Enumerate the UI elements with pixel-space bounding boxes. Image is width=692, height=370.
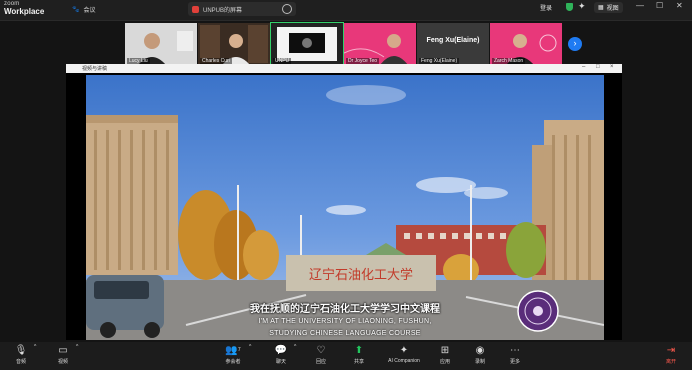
chat-icon: 💬 [274, 345, 288, 356]
share-options-icon[interactable] [282, 4, 292, 14]
apps-label: 应用 [439, 359, 450, 365]
react-label: 回应 [315, 359, 326, 365]
apps-icon: ⊞ [440, 345, 450, 356]
view-button[interactable]: ▦ 视图 [594, 2, 623, 13]
screen-share-pill[interactable]: UNPUB的屏幕 [188, 2, 296, 16]
caption-english-line2: STUDYING CHINESE LANGUAGE COURSE [269, 330, 421, 337]
shared-maximize-icon[interactable]: □ [596, 64, 600, 70]
participant-tile[interactable]: Zarch Mason [490, 23, 562, 65]
shared-screen-window: 视频与讲稿 – □ × 辽宁石油化工大学 我在抚顺的辽宁石油化工大学学习中文课程… [66, 64, 622, 340]
video-frame: 辽宁石油化工大学 我在抚顺的辽宁石油化工大学学习中文课程 I'M AT THE … [86, 75, 604, 340]
ai-companion-icon: ✦ [399, 345, 409, 356]
more-icon: ⋯ [510, 345, 520, 356]
close-icon[interactable]: ✕ [676, 1, 683, 10]
app-logo-bottom: Workplace [4, 7, 45, 16]
chat-label: 聊天 [275, 359, 286, 365]
caption-english-line1: I'M AT THE UNIVERSITY OF LIAONING, FUSHU… [258, 318, 432, 325]
apps-button[interactable]: ⊞ 应用 [432, 344, 458, 365]
top-bar: zoom Workplace 🐾 会议 UNPUB的屏幕 登录 ✦ ▦ 视图 —… [0, 0, 692, 21]
record-label: 录制 [474, 359, 485, 365]
record-icon: ◉ [475, 345, 485, 356]
share-screen-icon: ⬆ [354, 345, 364, 356]
participant-tile[interactable]: Feng Xu(Elaine) Feng Xu(Elaine) [417, 23, 489, 65]
meeting-toolbar: 🎙 音频 ^ ▭ 视频 ^ 👥7 参会者 ^ 💬 聊天 ^ ♡ 回应 ⬆ 共享 … [0, 342, 692, 370]
react-button[interactable]: ♡ 回应 [308, 344, 334, 365]
participants-button[interactable]: 👥7 参会者 [218, 344, 248, 365]
participant-tile[interactable]: Dr Joyce Teo [344, 23, 416, 65]
minimize-icon[interactable]: — [636, 1, 644, 10]
meeting-label: 会议 [83, 8, 96, 14]
video-button[interactable]: ▭ 视频 [50, 344, 76, 365]
participants-label: 参会者 [225, 359, 241, 365]
share-label: 共享 [353, 359, 364, 365]
signin-button[interactable]: 登录 [540, 3, 552, 12]
camera-icon: ▭ [58, 345, 68, 356]
participant-tile-active-speaker[interactable]: UNPU [270, 22, 344, 66]
next-participants-icon[interactable]: › [568, 37, 582, 51]
leave-button[interactable]: ⇥ 离开 [658, 344, 684, 365]
paw-icon: 🐾 [72, 7, 80, 13]
share-pill-label: UNPUB的屏幕 [203, 7, 243, 14]
participants-count: 7 [237, 347, 241, 353]
record-button[interactable]: ◉ 录制 [467, 344, 493, 365]
view-grid-icon: ▦ [598, 5, 604, 11]
participant-overlay-name: Feng Xu(Elaine) [426, 37, 480, 44]
audio-label: 音频 [15, 359, 26, 365]
maximize-icon[interactable]: ☐ [656, 1, 663, 10]
view-label: 视图 [606, 6, 619, 12]
gate-sign-text: 辽宁石油化工大学 [309, 267, 413, 283]
leave-icon: ⇥ [666, 345, 676, 356]
shared-minimize-icon[interactable]: – [582, 64, 585, 70]
share-indicator-icon [192, 5, 199, 13]
heart-icon: ♡ [316, 345, 326, 356]
ai-companion-button[interactable]: ✦ AI Companion [382, 344, 426, 364]
more-label: 更多 [509, 359, 520, 365]
ai-companion-label: AI Companion [388, 358, 420, 364]
caption-chinese: 我在抚顺的辽宁石油化工大学学习中文课程 [250, 304, 440, 315]
audio-options-chevron-icon[interactable]: ^ [34, 344, 36, 350]
shared-window-titlebar: 视频与讲稿 – □ × [66, 64, 622, 73]
share-button[interactable]: ⬆ 共享 [346, 344, 372, 365]
participant-tile[interactable]: Charles Curi [198, 23, 270, 65]
chat-button[interactable]: 💬 聊天 [268, 344, 294, 365]
video-label: 视频 [57, 359, 68, 365]
video-options-chevron-icon[interactable]: ^ [76, 344, 78, 350]
microphone-icon: 🎙 [14, 345, 28, 356]
security-shield-icon[interactable] [566, 3, 573, 11]
participant-tile[interactable]: Lucy Liu [125, 23, 197, 65]
participants-icon: 👥7 [225, 345, 241, 356]
audio-button[interactable]: 🎙 音频 [8, 344, 34, 365]
chat-options-chevron-icon[interactable]: ^ [294, 344, 296, 350]
shared-close-icon[interactable]: × [610, 64, 614, 70]
more-button[interactable]: ⋯ 更多 [502, 344, 528, 365]
ai-sparkle-icon[interactable]: ✦ [578, 1, 586, 12]
participants-options-chevron-icon[interactable]: ^ [249, 344, 251, 350]
leave-label: 离开 [665, 359, 676, 365]
meeting-info-button[interactable]: 🐾 会议 [72, 5, 96, 14]
shared-window-title: 视频与讲稿 [82, 66, 108, 72]
